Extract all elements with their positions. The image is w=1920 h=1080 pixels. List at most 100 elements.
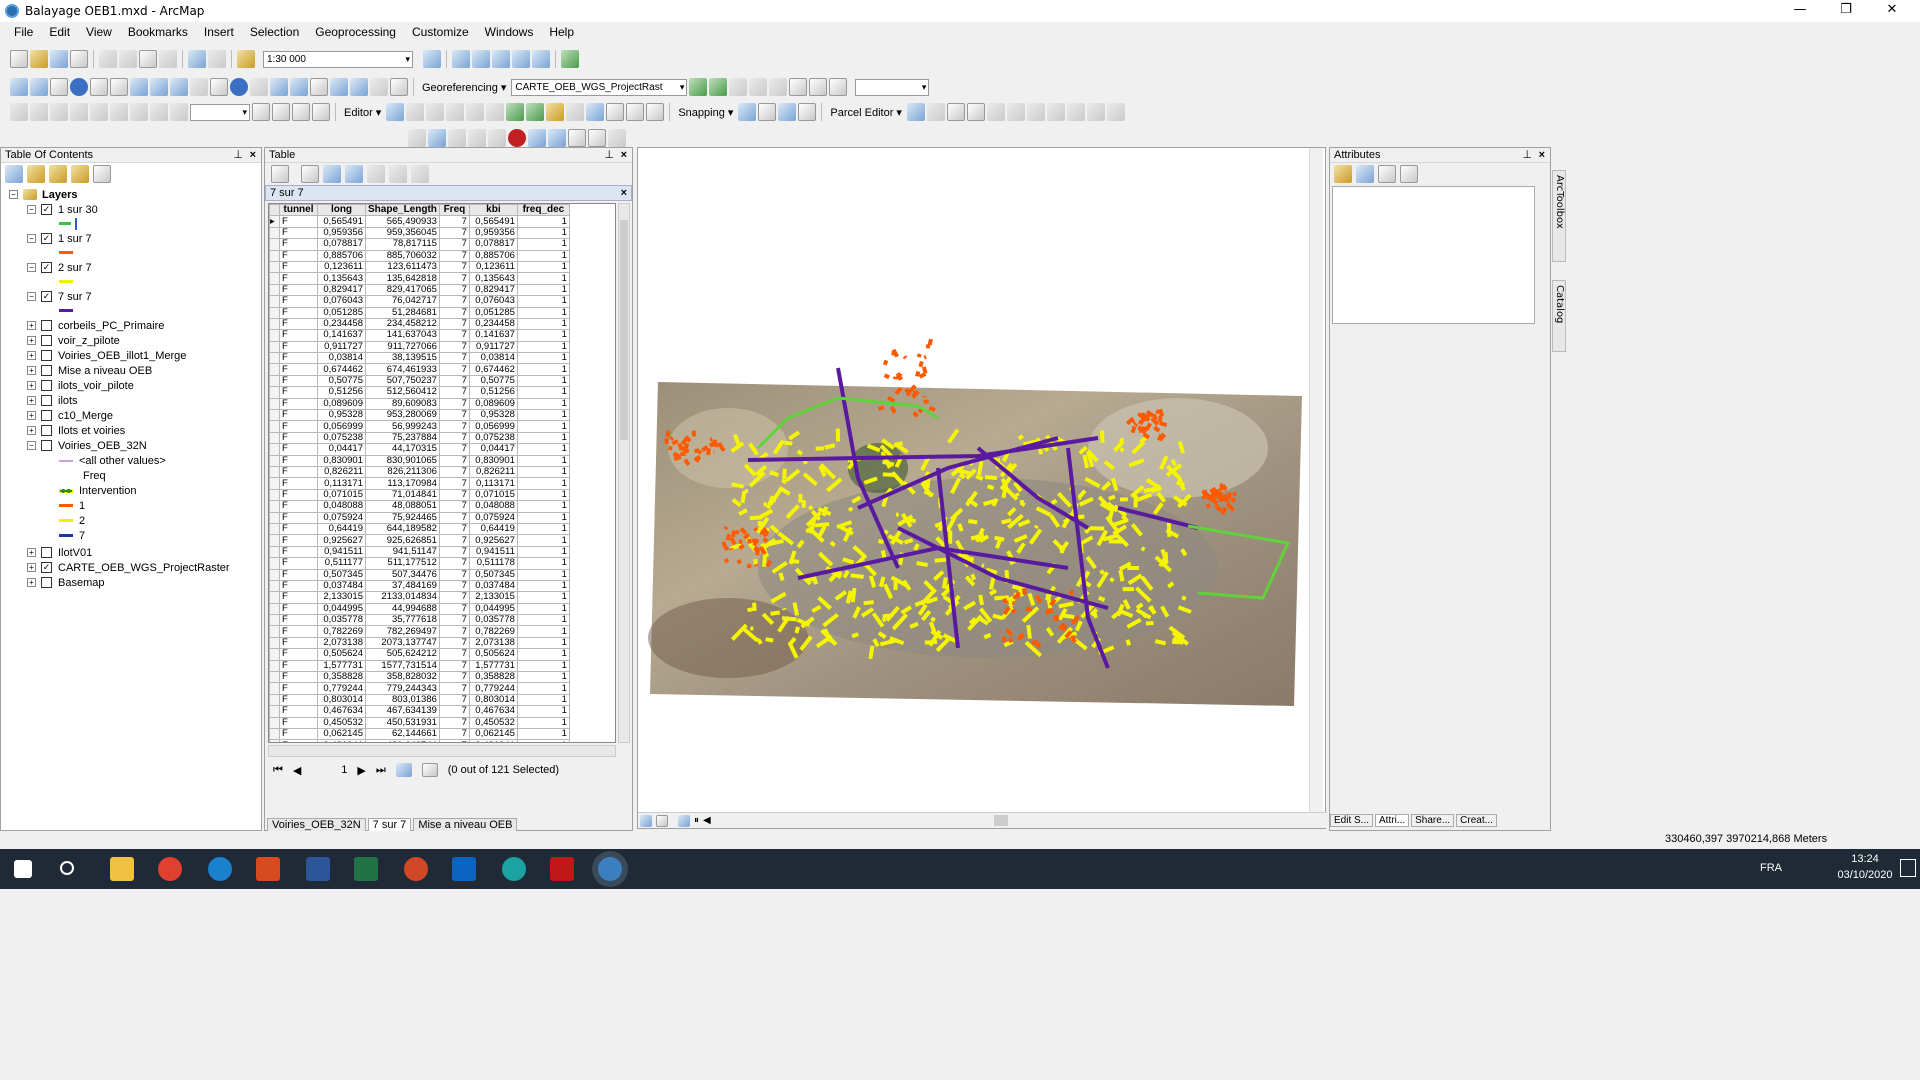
attr-options-icon[interactable]: [1378, 165, 1396, 183]
table-row[interactable]: F 0,505624 505,624212 7 0,505624 1: [269, 648, 570, 661]
line-intersection-icon[interactable]: [488, 129, 506, 147]
layer-checkbox[interactable]: [41, 320, 52, 331]
table-cell-long[interactable]: 0,03814: [317, 352, 366, 365]
table-cell-freq[interactable]: 7: [438, 397, 470, 411]
table-cell-tunnel[interactable]: F: [279, 716, 318, 729]
layer-checkbox[interactable]: ✓: [41, 291, 52, 302]
table-cell-shape_length[interactable]: 467,634139: [365, 705, 440, 718]
table-row[interactable]: F 0,779244 779,244343 7 0,779244 1: [269, 682, 570, 695]
table-cell-long[interactable]: 0,048088: [317, 500, 366, 513]
map-canvas[interactable]: [638, 148, 1308, 812]
align-edge-icon[interactable]: [568, 129, 586, 147]
layers-root[interactable]: − Layers: [9, 187, 77, 202]
layer-checkbox[interactable]: [41, 335, 52, 346]
menu-file[interactable]: File: [6, 25, 41, 39]
tab-voiries-oeb-32n[interactable]: Voiries_OEB_32N: [267, 818, 366, 832]
table-row[interactable]: F 0,450532 450,531931 7 0,450532 1: [269, 716, 570, 729]
table-cell-freq_dec[interactable]: 1: [516, 272, 570, 285]
table-cell-tunnel[interactable]: F: [279, 625, 318, 638]
row-selector[interactable]: [269, 249, 280, 262]
table-cell-freq_dec[interactable]: 1: [516, 659, 570, 673]
row-selector[interactable]: [269, 716, 280, 729]
table-cell-long[interactable]: 0,481641: [317, 739, 366, 742]
table-cell-long[interactable]: 0,925627: [317, 534, 366, 547]
layer-checkbox[interactable]: [41, 380, 52, 391]
rotate-icon[interactable]: [729, 78, 748, 96]
fixed-zoom-out-icon[interactable]: [110, 78, 128, 96]
table-cell-kbi[interactable]: 0,075924: [468, 511, 518, 524]
auto-adjust-icon[interactable]: [709, 78, 728, 96]
pin-icon[interactable]: ⊥: [604, 148, 614, 163]
layer-2-sur-7[interactable]: − ✓ 2 sur 7: [27, 260, 92, 275]
table-cell-freq_dec[interactable]: 1: [516, 579, 570, 593]
table-cell-tunnel[interactable]: F: [279, 386, 318, 399]
select-elements-icon[interactable]: [210, 78, 228, 96]
table-cell-tunnel[interactable]: F: [279, 693, 318, 707]
table-cell-kbi[interactable]: 0,911727: [468, 340, 518, 354]
table-cell-freq[interactable]: 7: [438, 727, 470, 741]
catalog-side-tab[interactable]: Catalog: [1552, 280, 1566, 352]
table-cell-kbi[interactable]: 0,048088: [468, 500, 518, 513]
row-selector[interactable]: [269, 374, 280, 388]
extend-icon[interactable]: [448, 129, 466, 147]
table-cell-kbi[interactable]: 0,779244: [468, 682, 518, 695]
table-cell-tunnel[interactable]: F: [279, 477, 318, 490]
table-row[interactable]: F 0,048088 48,088051 7 0,048088 1: [269, 500, 570, 513]
table-cell-tunnel[interactable]: F: [279, 420, 318, 433]
table-cell-long[interactable]: 1,577731: [317, 659, 366, 673]
table-row[interactable]: F 0,674462 674,461933 7 0,674462 1: [269, 363, 570, 376]
table-cell-freq[interactable]: 7: [438, 670, 470, 684]
scale-combo[interactable]: 1:30 000: [263, 50, 413, 68]
layout-full-icon[interactable]: [70, 103, 88, 121]
table-cell-shape_length[interactable]: 62,144661: [365, 727, 440, 741]
table-row[interactable]: F 1,577731 1577,731514 7 1,577731 1: [269, 659, 570, 673]
table-cell-kbi[interactable]: 0,803014: [468, 693, 518, 707]
table-cell-freq_dec[interactable]: 1: [516, 477, 570, 490]
table-cell-kbi[interactable]: 0,075238: [468, 431, 518, 445]
table-cell-freq_dec[interactable]: 1: [516, 317, 570, 331]
table-cell-kbi[interactable]: 0,481641: [468, 739, 518, 742]
parcel-tool-10-icon[interactable]: [1106, 103, 1125, 121]
create-features-icon[interactable]: [646, 103, 665, 121]
layer-ilots-et-voiries[interactable]: + Ilots et voiries: [27, 423, 125, 438]
table-cell-long[interactable]: 0,071015: [317, 488, 366, 502]
table-cell-kbi[interactable]: 0,078817: [468, 238, 518, 251]
row-selector[interactable]: [269, 705, 280, 718]
toc-options-icon[interactable]: [93, 165, 111, 183]
layout-back-icon[interactable]: [150, 103, 168, 121]
table-cell-kbi[interactable]: 0,234458: [468, 317, 518, 331]
table-cell-shape_length[interactable]: 44,994688: [365, 602, 440, 616]
table-cell-tunnel[interactable]: F: [279, 317, 318, 331]
refresh-icon[interactable]: [678, 814, 690, 827]
row-selector[interactable]: [269, 682, 280, 695]
viewer-icon[interactable]: [809, 78, 828, 96]
close-table-x-icon[interactable]: [411, 165, 429, 183]
close-icon[interactable]: ×: [250, 148, 256, 163]
row-selector[interactable]: [269, 272, 280, 285]
table-cell-kbi[interactable]: 0,95328: [468, 409, 518, 422]
row-selector[interactable]: [269, 340, 280, 354]
edit-tool-icon[interactable]: [386, 103, 405, 121]
table-cell-shape_length[interactable]: 830,901065: [365, 454, 440, 468]
table-cell-tunnel[interactable]: F: [279, 352, 318, 365]
table-cell-freq[interactable]: 7: [438, 477, 470, 490]
straight-segment-icon[interactable]: [426, 103, 445, 121]
edit-vertices-icon[interactable]: [506, 103, 525, 121]
table-row[interactable]: F 0,941511 941,51147 7 0,941511 1: [269, 545, 570, 559]
table-cell-shape_length[interactable]: 358,828032: [365, 670, 440, 684]
table-cell-kbi[interactable]: 1,577731: [468, 659, 518, 673]
table-cell-tunnel[interactable]: F: [279, 602, 318, 616]
table-cell-shape_length[interactable]: 450,531931: [365, 716, 440, 729]
sketch-properties-icon[interactable]: [626, 103, 645, 121]
row-selector[interactable]: [269, 511, 280, 524]
table-row[interactable]: F 2,133015 2133,014834 7 2,133015 1: [269, 591, 570, 604]
maximize-button[interactable]: ❐: [1823, 0, 1869, 22]
acrobat-icon[interactable]: [550, 857, 574, 881]
tab-create[interactable]: Creat...: [1456, 814, 1497, 827]
sort-icon[interactable]: [1356, 165, 1374, 183]
fixed-zoom-in-icon[interactable]: [90, 78, 108, 96]
map-view[interactable]: ⏸ ◀: [637, 147, 1327, 829]
table-cell-tunnel[interactable]: F: [279, 306, 318, 319]
table-cell-kbi[interactable]: 0,829417: [468, 283, 518, 297]
change-layout-icon[interactable]: [292, 103, 310, 121]
